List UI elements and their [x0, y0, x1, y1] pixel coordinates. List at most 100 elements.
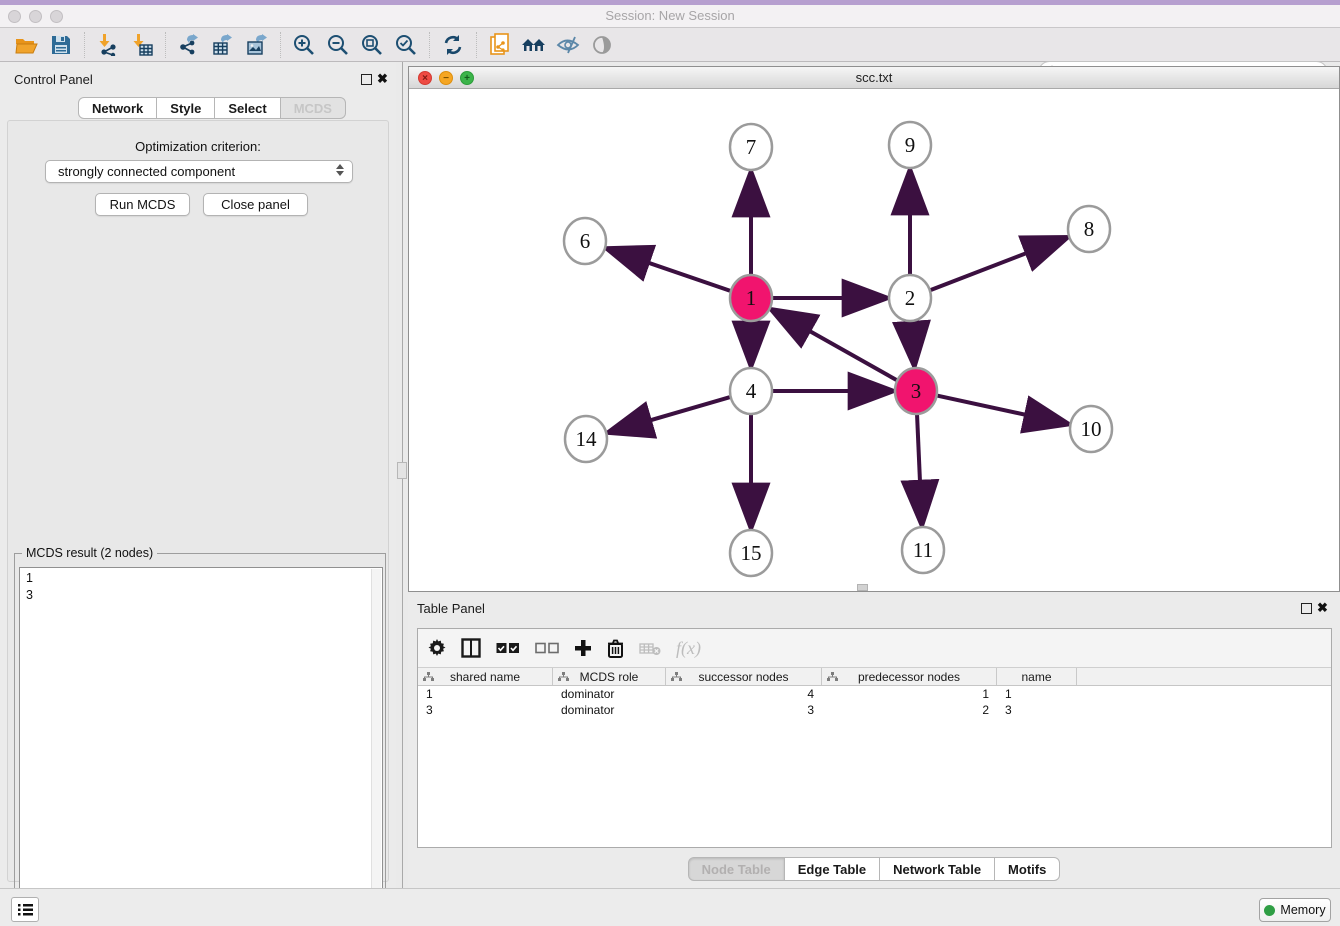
refresh-layout-icon[interactable] [436, 30, 470, 60]
close-panel-icon[interactable]: ✖ [1317, 600, 1328, 616]
edge-1-6[interactable] [609, 249, 730, 291]
zoom-out-icon[interactable] [321, 30, 355, 60]
import-table-icon[interactable] [125, 30, 159, 60]
svg-text:10: 10 [1081, 417, 1102, 441]
tab-network-table[interactable]: Network Table [879, 857, 995, 881]
svg-text:3: 3 [911, 379, 922, 403]
node-11[interactable]: 11 [902, 527, 944, 573]
edge-3-1[interactable] [773, 310, 896, 379]
node-6[interactable]: 6 [564, 218, 606, 264]
tab-style[interactable]: Style [156, 97, 215, 119]
save-session-icon[interactable] [44, 30, 78, 60]
toolbar-separator [476, 32, 477, 58]
tab-select[interactable]: Select [214, 97, 280, 119]
gear-icon[interactable] [428, 635, 446, 661]
network-canvas[interactable]: 7 9 6 8 1 2 4 3 14 10 15 11 [409, 89, 1339, 591]
cell-name[interactable]: 1 [997, 686, 1077, 702]
horizontal-splitter-handle[interactable] [857, 584, 868, 591]
float-panel-icon[interactable] [361, 74, 372, 85]
function-builder-icon: f(x) [676, 635, 701, 661]
node-15[interactable]: 15 [730, 530, 772, 576]
node-14[interactable]: 14 [565, 416, 607, 462]
criterion-dropdown[interactable]: strongly connected component [45, 160, 353, 183]
cell-MCDS-role[interactable]: dominator [553, 702, 666, 718]
import-network-icon[interactable] [91, 30, 125, 60]
add-column-icon[interactable] [574, 635, 592, 661]
toolbar-separator [165, 32, 166, 58]
column-header-MCDS-role[interactable]: MCDS role [553, 668, 666, 685]
zoom-fit-icon[interactable] [355, 30, 389, 60]
close-panel-button[interactable]: Close panel [203, 193, 308, 216]
node-8[interactable]: 8 [1068, 206, 1110, 252]
control-panel-title: Control Panel [14, 72, 93, 87]
mcds-result-title: MCDS result (2 nodes) [22, 546, 157, 560]
table-panel: Table Panel ✖ [408, 595, 1340, 888]
criterion-value: strongly connected component [58, 164, 235, 179]
result-scrollbar[interactable] [371, 569, 381, 926]
column-header-successor-nodes[interactable]: successor nodes [666, 668, 822, 685]
node-10[interactable]: 10 [1070, 406, 1112, 452]
window-titlebar: Session: New Session [0, 0, 1340, 28]
cell-MCDS-role[interactable]: dominator [553, 686, 666, 702]
svg-text:2: 2 [905, 286, 916, 310]
float-panel-icon[interactable] [1301, 603, 1312, 614]
task-history-button[interactable] [11, 897, 39, 922]
node-7[interactable]: 7 [730, 124, 772, 170]
table-row[interactable]: 1dominator411 [418, 686, 1331, 702]
node-2[interactable]: 2 [889, 275, 931, 321]
toolbar-separator [429, 32, 430, 58]
titlebar-accent-strip [0, 0, 1340, 5]
cell-successor-nodes[interactable]: 3 [666, 702, 822, 718]
column-header-predecessor-nodes[interactable]: predecessor nodes [822, 668, 997, 685]
cell-predecessor-nodes[interactable]: 2 [822, 702, 997, 718]
edge-4-14[interactable] [610, 397, 730, 432]
tab-node-table[interactable]: Node Table [688, 857, 785, 881]
svg-text:7: 7 [746, 135, 757, 159]
node-1[interactable]: 1 [730, 275, 772, 321]
cell-name[interactable]: 3 [997, 702, 1077, 718]
export-network-icon[interactable] [172, 30, 206, 60]
control-panel-tabs: NetworkStyleSelectMCDS [78, 97, 346, 119]
memory-button[interactable]: Memory [1259, 898, 1331, 922]
export-image-icon[interactable] [240, 30, 274, 60]
node-9[interactable]: 9 [889, 122, 931, 168]
tab-network[interactable]: Network [78, 97, 157, 119]
cell-predecessor-nodes[interactable]: 1 [822, 686, 997, 702]
splitter-handle[interactable] [397, 462, 407, 479]
delete-column-icon[interactable] [607, 635, 624, 661]
zoom-selected-icon[interactable] [389, 30, 423, 60]
edge-2-3[interactable] [912, 322, 915, 364]
cell-shared-name[interactable]: 3 [418, 702, 553, 718]
export-table-icon[interactable] [206, 30, 240, 60]
select-all-columns-icon[interactable] [496, 635, 520, 661]
close-panel-icon[interactable]: ✖ [377, 71, 388, 87]
home-pages-icon[interactable] [517, 30, 551, 60]
node-table-header: shared nameMCDS rolesuccessor nodesprede… [418, 668, 1331, 686]
zoom-in-icon[interactable] [287, 30, 321, 60]
chevron-updown-icon [336, 164, 344, 176]
column-header-name[interactable]: name [997, 668, 1077, 685]
node-table-rows: 1dominator4113dominator323 [418, 686, 1331, 718]
node-3[interactable]: 3 [895, 368, 937, 414]
edge-3-11[interactable] [917, 415, 922, 523]
toggle-view-icon[interactable] [585, 30, 619, 60]
network-window-titlebar[interactable]: × − + scc.txt [409, 67, 1339, 89]
tab-mcds[interactable]: MCDS [280, 97, 346, 119]
hide-panel-icon[interactable] [551, 30, 585, 60]
tab-motifs[interactable]: Motifs [994, 857, 1060, 881]
tab-edge-table[interactable]: Edge Table [784, 857, 880, 881]
open-session-icon[interactable] [10, 30, 44, 60]
node-4[interactable]: 4 [730, 368, 772, 414]
clone-network-icon[interactable] [483, 30, 517, 60]
svg-text:1: 1 [746, 286, 757, 310]
cell-successor-nodes[interactable]: 4 [666, 686, 822, 702]
column-header-shared-name[interactable]: shared name [418, 668, 553, 685]
cell-shared-name[interactable]: 1 [418, 686, 553, 702]
table-row[interactable]: 3dominator323 [418, 702, 1331, 718]
split-columns-icon[interactable] [461, 635, 481, 661]
deselect-all-columns-icon[interactable] [535, 635, 559, 661]
run-mcds-button[interactable]: Run MCDS [95, 193, 190, 216]
edge-3-10[interactable] [938, 396, 1067, 424]
mcds-result-text[interactable]: 1 3 [19, 567, 383, 926]
edge-2-8[interactable] [931, 238, 1066, 290]
